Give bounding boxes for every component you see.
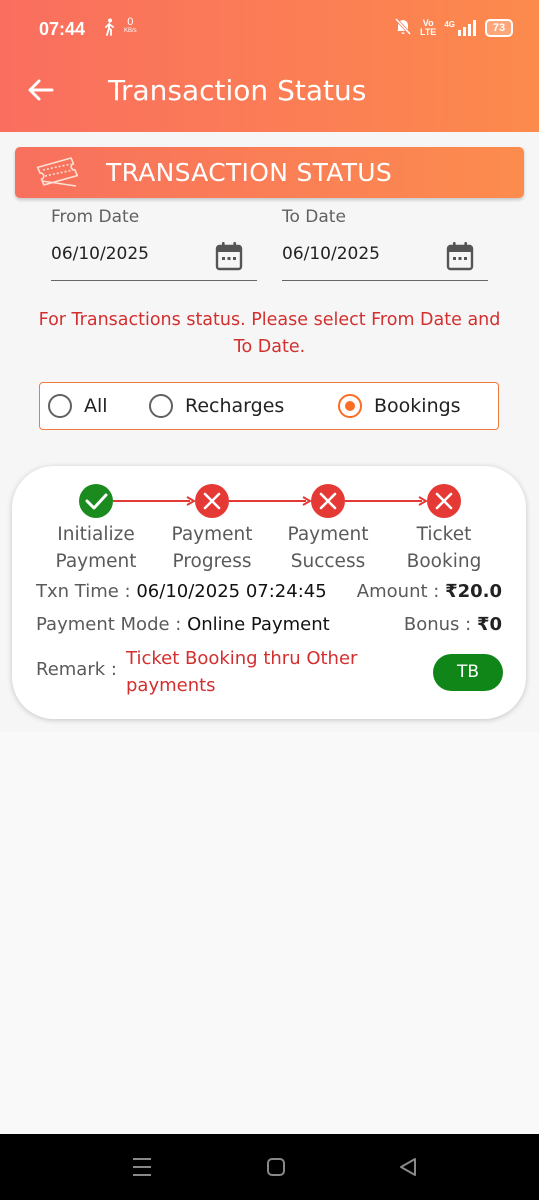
step-label-payment-success: Payment Success bbox=[273, 521, 383, 575]
amount-value: ₹20.0 bbox=[445, 581, 502, 602]
from-date-value: 06/10/2025 bbox=[51, 244, 149, 264]
back-nav-button[interactable] bbox=[398, 1156, 418, 1182]
transaction-type-radio-group: All Recharges Bookings bbox=[39, 382, 499, 430]
calendar-icon[interactable] bbox=[215, 241, 243, 275]
from-date-field[interactable]: 06/10/2025 bbox=[51, 236, 257, 281]
step-label-ticket-booking: Ticket Booking bbox=[389, 521, 499, 575]
ticket-icon bbox=[35, 157, 81, 193]
step-label-initialize-payment: Initialize Payment bbox=[41, 521, 151, 575]
txn-time-value: 06/10/2025 07:24:45 bbox=[136, 581, 327, 602]
recent-apps-button[interactable] bbox=[132, 1156, 152, 1182]
menu-icon bbox=[133, 1158, 151, 1176]
net-speed-unit: KB/s bbox=[124, 28, 137, 34]
txn-time-label: Txn Time : bbox=[36, 581, 131, 602]
step-label-line: Ticket bbox=[416, 524, 472, 545]
volte-sub-text: LTE bbox=[419, 27, 437, 37]
status-right: Vo LTE 4G 73 bbox=[394, 17, 513, 39]
radio-label-bookings: Bookings bbox=[374, 395, 461, 417]
payment-mode-value: Online Payment bbox=[187, 614, 330, 635]
back-arrow-icon bbox=[28, 79, 54, 101]
to-date-label: To Date bbox=[282, 207, 346, 227]
error-circle-icon bbox=[311, 484, 345, 518]
signal-icon: 4G bbox=[444, 20, 477, 36]
bonus-label: Bonus : bbox=[403, 614, 472, 635]
txn-time-row: Txn Time : 06/10/2025 07:24:45 bbox=[36, 581, 327, 602]
step-label-line: Payment bbox=[287, 524, 369, 545]
network-type: 4G bbox=[444, 20, 455, 29]
page-title: Transaction Status bbox=[108, 74, 367, 107]
step-label-line: Booking bbox=[406, 551, 482, 572]
transaction-card[interactable]: Initialize Payment Payment Progress Paym… bbox=[12, 466, 526, 719]
home-button[interactable] bbox=[266, 1156, 286, 1182]
from-date-label: From Date bbox=[51, 207, 140, 227]
radio-option-all[interactable]: All bbox=[48, 391, 108, 421]
step-connector bbox=[229, 496, 313, 506]
payment-mode-row: Payment Mode : Online Payment bbox=[36, 614, 330, 635]
radio-label-recharges: Recharges bbox=[185, 395, 285, 417]
section-banner: TRANSACTION STATUS bbox=[15, 147, 524, 198]
payment-mode-label: Payment Mode : bbox=[36, 614, 182, 635]
status-bar: 07:44 0 KB/s Vo LTE 4G 73 bbox=[0, 0, 539, 48]
net-speed: 0 KB/s bbox=[124, 17, 137, 35]
transaction-type-badge[interactable]: TB bbox=[433, 654, 503, 691]
check-circle-icon bbox=[79, 484, 113, 518]
radio-option-bookings[interactable]: Bookings bbox=[338, 391, 461, 421]
radio-button-selected[interactable] bbox=[338, 394, 362, 418]
square-icon bbox=[267, 1158, 285, 1176]
date-hint-text: For Transactions status. Please select F… bbox=[38, 310, 501, 357]
status-time: 07:44 bbox=[39, 19, 86, 39]
step-connector bbox=[113, 496, 197, 506]
step-label-line: Initialize bbox=[57, 524, 135, 545]
walking-icon bbox=[102, 18, 116, 40]
mute-icon bbox=[394, 17, 412, 39]
step-label-payment-progress: Payment Progress bbox=[157, 521, 267, 575]
step-label-line: Payment bbox=[171, 524, 253, 545]
step-label-line: Success bbox=[290, 551, 366, 572]
remark-label: Remark : bbox=[36, 659, 117, 680]
radio-button[interactable] bbox=[149, 394, 173, 418]
radio-option-recharges[interactable]: Recharges bbox=[149, 391, 284, 421]
stepper-graphic bbox=[79, 484, 461, 518]
bonus-row: Bonus : ₹0 bbox=[404, 614, 502, 635]
to-date-value: 06/10/2025 bbox=[282, 244, 380, 264]
radio-button[interactable] bbox=[48, 394, 72, 418]
step-label-line: Progress bbox=[172, 551, 252, 572]
step-label-line: Payment bbox=[55, 551, 137, 572]
error-circle-icon bbox=[195, 484, 229, 518]
step-connector bbox=[345, 496, 429, 506]
error-circle-icon bbox=[427, 484, 461, 518]
remark-value: Ticket Booking thru Other payments bbox=[126, 648, 358, 696]
system-navigation-bar bbox=[0, 1134, 539, 1200]
battery-indicator: 73 bbox=[485, 19, 513, 37]
volte-indicator: Vo LTE bbox=[420, 19, 436, 37]
amount-row: Amount : ₹20.0 bbox=[357, 581, 502, 602]
empty-content-area bbox=[0, 732, 539, 1134]
status-stepper: Initialize Payment Payment Progress Paym… bbox=[12, 466, 526, 586]
bonus-value: ₹0 bbox=[476, 614, 502, 635]
banner-title: TRANSACTION STATUS bbox=[106, 158, 393, 187]
to-date-field[interactable]: 06/10/2025 bbox=[282, 236, 488, 281]
triangle-back-icon bbox=[400, 1158, 416, 1176]
app-bar: Transaction Status bbox=[0, 48, 539, 132]
remark-row: Remark : bbox=[36, 659, 117, 680]
radio-label-all: All bbox=[84, 395, 108, 417]
calendar-icon[interactable] bbox=[446, 241, 474, 275]
back-button[interactable] bbox=[26, 75, 56, 105]
amount-label: Amount : bbox=[356, 581, 440, 602]
